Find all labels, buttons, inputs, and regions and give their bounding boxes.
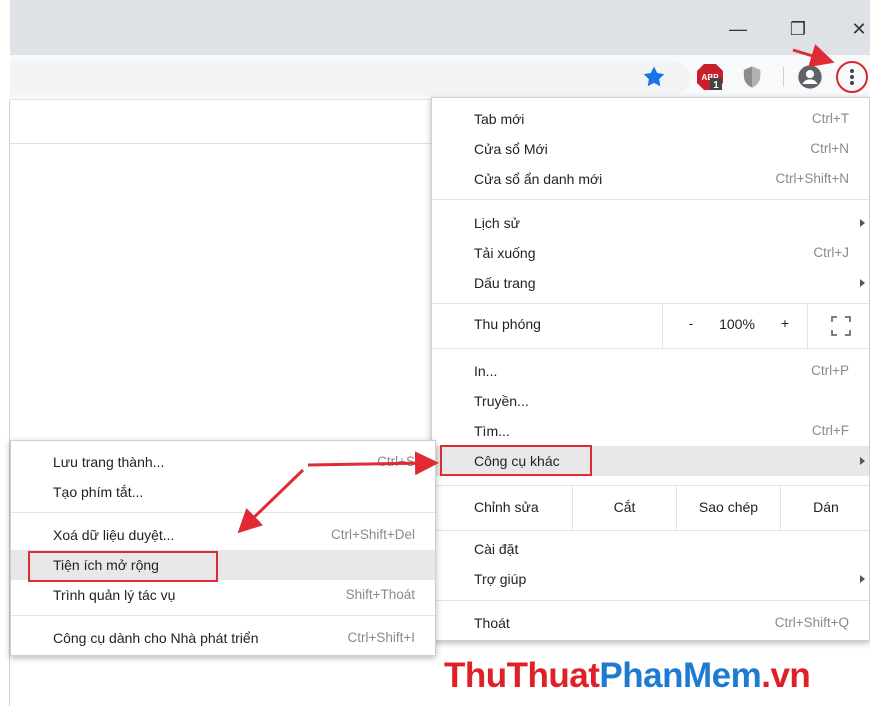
arrow-to-more-tools: [307, 451, 439, 476]
arrow-to-menu-button: [792, 44, 835, 68]
arrow-to-extensions: [237, 468, 305, 534]
annotation-arrows: [237, 44, 835, 534]
watermark-part-2: PhanMem: [599, 656, 762, 695]
watermark-part-3: .vn: [761, 656, 811, 695]
watermark-part-1: ThuThuat: [444, 656, 600, 695]
site-watermark: ThuThuatPhanMem.vn: [444, 656, 811, 696]
